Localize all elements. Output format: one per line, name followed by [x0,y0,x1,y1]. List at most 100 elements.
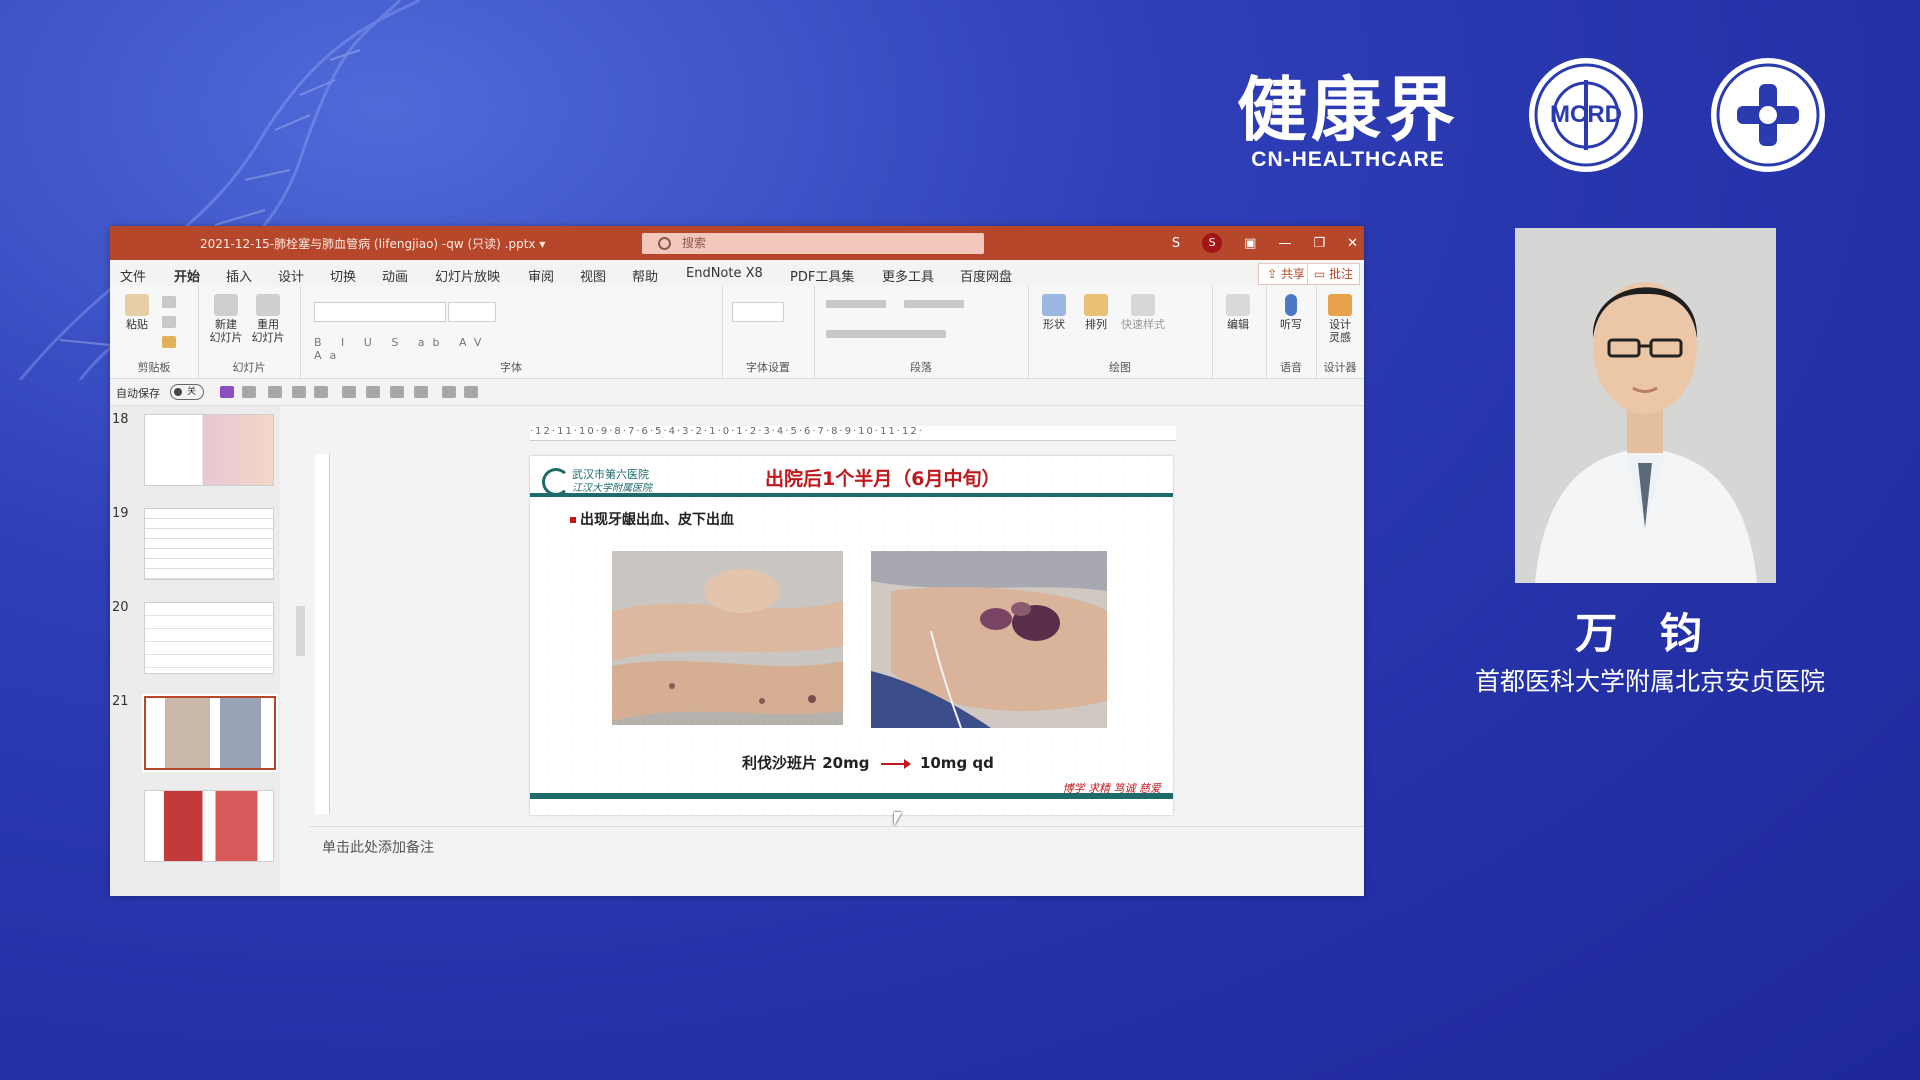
tab-view[interactable]: 视图 [580,266,606,285]
hospital-logo: 武汉市第六医院 江汉大学附属医院 [542,466,682,496]
dosage-caption: 利伐沙班片 20mg 10mg qd [742,752,994,773]
indent-icon[interactable] [904,300,964,308]
edit-label: 编辑 [1227,318,1249,331]
account-label[interactable]: S [1172,236,1180,251]
group-label: 幻灯片 [232,361,266,374]
close-icon[interactable]: ✕ [1347,236,1358,251]
tab-help[interactable]: 帮助 [632,266,658,285]
format-painter-icon[interactable] [162,336,176,348]
group-icon[interactable] [366,386,380,398]
thumbnail-scrollbar[interactable] [294,406,306,886]
slide-thumbnail-22[interactable] [144,790,274,862]
tab-insert[interactable]: 插入 [226,266,252,285]
new-slide-icon [214,294,238,316]
slide-thumbnail-21[interactable] [142,694,278,772]
share-label: 共享 [1280,267,1305,281]
align-objects-icon[interactable] [390,386,404,398]
scrollbar-thumb[interactable] [296,606,305,656]
edit-button[interactable]: 编辑 [1218,294,1258,331]
cut-icon[interactable] [162,296,176,308]
slide-canvas[interactable]: 武汉市第六医院 江汉大学附属医院 出院后1个半月（6月中旬） 出现牙龈出血、皮下… [530,456,1173,815]
slide-number: 18 [112,412,129,427]
minimize-icon[interactable]: — [1278,236,1291,251]
comments-button[interactable]: ▭ 批注 [1306,263,1360,285]
design-ideas-button[interactable]: 设计 灵感 [1320,294,1360,344]
shape-fill-icon[interactable] [314,386,328,398]
tab-design[interactable]: 设计 [278,266,304,285]
tab-baidu-netdisk[interactable]: 百度网盘 [960,266,1012,285]
arrange-label: 排列 [1085,318,1107,331]
shapes-icon [1042,294,1066,316]
hospital-affiliation: 江汉大学附属医院 [572,483,652,494]
avatar[interactable]: S [1202,233,1223,253]
font-name-field[interactable] [314,302,446,322]
group-editing: 编辑 [1212,286,1267,378]
quick-styles-button[interactable]: 快速样式 [1118,294,1168,331]
tab-animations[interactable]: 动画 [382,266,408,285]
reuse-slides-button[interactable]: 重用 幻灯片 [248,294,288,344]
horizontal-ruler: ·12·11·10·9·8·7·6·5·4·3·2·1·0·1·2·3·4·5·… [530,426,1176,441]
tab-more-tools[interactable]: 更多工具 [882,266,934,285]
vertical-ruler [315,454,330,814]
window-controls: S S ▣ — ❐ ✕ [1172,232,1358,254]
brand-name-en: CN-HEALTHCARE [1251,148,1445,171]
more-icon[interactable] [464,386,478,398]
ribbon-display-icon[interactable]: ▣ [1244,236,1256,251]
copy-format-icon[interactable] [342,386,356,398]
tab-file[interactable]: 文件 [120,266,146,285]
search-placeholder: 搜索 [682,236,707,250]
tab-review[interactable]: 审阅 [528,266,554,285]
group-label: 剪贴板 [137,361,171,374]
reuse-slides-icon [256,294,280,316]
autosave-toggle[interactable]: 关 [170,384,204,400]
group-label: 绘图 [1109,361,1131,374]
medicine-foundation-seal-icon [1709,56,1827,174]
paste-button[interactable]: 粘贴 [120,294,154,331]
find-icon [1226,294,1250,316]
brand-name-cn: 健康界 [1237,69,1459,151]
dictate-button[interactable]: 听写 [1272,294,1310,331]
font-size-field[interactable] [448,302,496,322]
undo-icon[interactable] [242,386,256,398]
bullets-icon[interactable] [826,300,886,308]
quick-access-toolbar: 自动保存 关 [110,379,1364,406]
shapes-button[interactable]: 形状 [1034,294,1074,331]
crop-icon[interactable] [442,386,456,398]
comments-label: 批注 [1328,267,1353,281]
mouse-cursor-icon [894,812,906,826]
dosage-after: 10mg qd [919,754,994,772]
star-icon[interactable] [414,386,428,398]
present-icon[interactable] [292,386,306,398]
share-button[interactable]: ⇪ 共享 [1258,263,1314,285]
slide-thumbnail-20[interactable] [144,602,274,674]
font-settings-field[interactable] [732,302,784,322]
slide-thumbnail-18[interactable] [144,414,274,486]
tab-slideshow[interactable]: 幻灯片放映 [435,266,500,285]
tab-transitions[interactable]: 切换 [330,266,356,285]
tab-endnote[interactable]: EndNote X8 [686,266,763,281]
redo-icon[interactable] [268,386,282,398]
tab-pdf-tools[interactable]: PDF工具集 [790,266,854,285]
search-box[interactable]: 搜索 [642,233,984,254]
notes-pane[interactable]: 单击此处添加备注 [310,826,1364,896]
slide-thumbnail-19[interactable] [144,508,274,580]
slide-thumbnails-pane: 18 19 20 21 [110,406,280,896]
group-paragraph: 段落 [814,286,1029,378]
align-icon[interactable] [826,330,946,338]
new-slide-button[interactable]: 新建 幻灯片 [206,294,246,344]
header-band [530,493,1173,497]
quick-styles-label: 快速样式 [1121,318,1165,331]
save-icon[interactable] [220,386,234,398]
document-title[interactable]: 2021-12-15-肺栓塞与肺血管病 (lifengjiao) -qw (只读… [200,235,545,252]
arrange-button[interactable]: 排列 [1076,294,1116,331]
slide-number: 21 [112,694,129,709]
arrange-icon [1084,294,1108,316]
speaker-photo [1515,228,1776,583]
speaker-affiliation: 首都医科大学附属北京安贞医院 [1474,667,1825,696]
slide-title: 出院后1个半月（6月中旬） [765,468,1001,490]
group-font: B I U S ab AV Aa 字体 [300,286,723,378]
arrow-right-icon [880,758,911,769]
copy-icon[interactable] [162,316,176,328]
abdomen-bruise-photo [871,551,1107,728]
restore-icon[interactable]: ❐ [1313,236,1325,251]
